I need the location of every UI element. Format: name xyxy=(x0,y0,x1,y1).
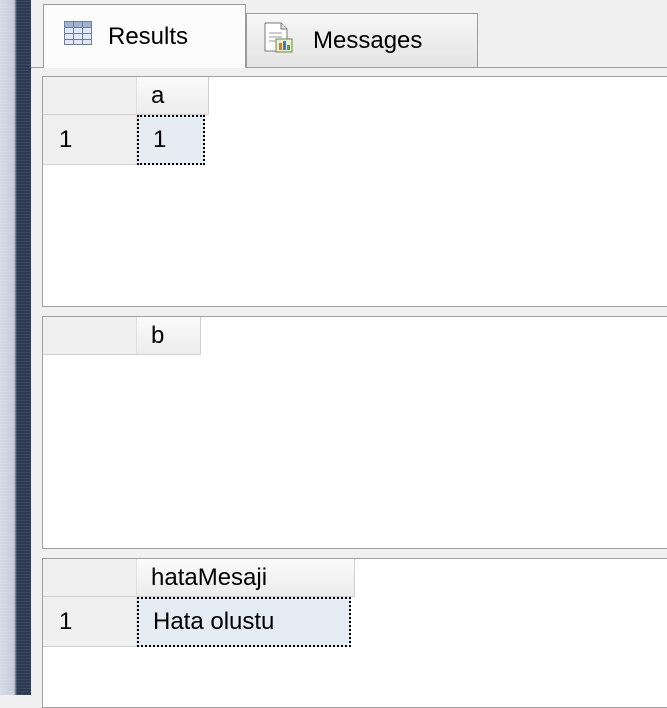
grid-corner[interactable] xyxy=(43,559,137,597)
grid-header: b xyxy=(43,317,201,355)
column-header-b[interactable]: b xyxy=(137,317,201,355)
tab-messages-label: Messages xyxy=(313,26,423,54)
table-row[interactable]: 1 1 xyxy=(43,115,205,165)
table-cell-selected[interactable]: Hata olustu xyxy=(137,597,351,647)
table-row[interactable]: 1 Hata olustu xyxy=(43,597,351,647)
grid-corner[interactable] xyxy=(43,77,137,115)
tab-messages[interactable]: Messages xyxy=(246,13,478,67)
column-header-a[interactable]: a xyxy=(137,77,209,115)
row-number[interactable]: 1 xyxy=(43,115,137,165)
tab-results-label: Results xyxy=(108,22,189,50)
result-grid-3[interactable]: hataMesaji 1 Hata olustu xyxy=(42,558,667,708)
column-header-hatamesaji[interactable]: hataMesaji xyxy=(137,559,355,597)
table-cell-selected[interactable]: 1 xyxy=(137,115,205,165)
results-tabstrip: Results Messages xyxy=(31,0,667,68)
grid-icon xyxy=(64,21,92,52)
row-number[interactable]: 1 xyxy=(43,597,137,647)
result-grid-1[interactable]: a 1 1 xyxy=(42,76,667,307)
grid-header: a xyxy=(43,77,209,115)
grid-header: hataMesaji xyxy=(43,559,355,597)
result-grid-2[interactable]: b xyxy=(42,316,667,549)
tab-results[interactable]: Results xyxy=(43,4,246,68)
window-left-edge xyxy=(0,0,31,695)
messages-icon xyxy=(263,21,293,60)
grid-corner[interactable] xyxy=(43,317,137,355)
